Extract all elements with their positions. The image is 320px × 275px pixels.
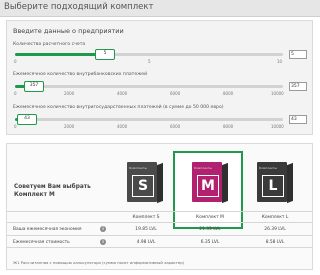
interbank-payments-value-field[interactable]: 43: [289, 115, 307, 124]
interbank-payments-input-group: Ежемесячное количество внутригосударстве…: [13, 105, 309, 131]
product-s-letter: S: [132, 175, 154, 197]
saving-m: 21.35 LVL: [199, 227, 221, 232]
saving-l: 26.39 LVL: [264, 227, 286, 232]
input-section-heading: Введите данные о предприятии: [13, 27, 124, 35]
column-header-m: Комплект M: [196, 215, 224, 220]
accounts-slider-fill: [15, 53, 103, 56]
domestic-tick-3: 6000: [170, 91, 181, 96]
product-l-box-side: [287, 162, 293, 204]
row-monthly-label: Ежемесячная стоимость: [13, 240, 70, 245]
monthly-m: 6.35 LVL: [200, 240, 220, 245]
accounts-input-group: Количество расчетного счета 5 0 5 10 5: [13, 42, 309, 64]
monthly-s: 4.98 LVL: [136, 240, 156, 245]
page-title: Выберите подходящий комплект: [4, 2, 154, 12]
domestic-payments-input-group: Ежемесячное количество внутрибанковских …: [13, 72, 309, 98]
interbank-tick-1: 2000: [64, 124, 75, 129]
column-header-s: Комплект S: [132, 215, 160, 220]
accounts-tick-min: 0: [14, 59, 17, 64]
accounts-slider[interactable]: 5: [15, 49, 283, 60]
product-l-brand: Комплекты: [259, 166, 277, 170]
accounts-slider-handle[interactable]: 5: [95, 49, 115, 60]
table-header-row: Комплект S Комплект M Комплект L: [7, 211, 312, 222]
results-panel: Советуем Вам выбрать Комплект M Комплект…: [6, 143, 313, 270]
header-bar: Выберите подходящий комплект: [0, 0, 320, 17]
domestic-payments-value-field[interactable]: 357: [289, 82, 307, 91]
row-saving-label: Ваша ежемесячная экономия: [13, 227, 82, 232]
interbank-payments-label: Ежемесячное количество внутригосударстве…: [13, 105, 224, 110]
product-s-box-front: Комплекты S: [127, 162, 157, 202]
interbank-tick-0: 0: [14, 124, 17, 129]
product-m-brand: Комплекты: [194, 166, 212, 170]
product-m-letter: M: [197, 175, 219, 197]
product-box-s[interactable]: Комплекты S: [127, 158, 165, 204]
product-s-brand: Комплекты: [129, 166, 147, 170]
product-l-letter: L: [262, 175, 284, 197]
product-m-box-side: [222, 162, 228, 204]
domestic-payments-slider-handle[interactable]: 357: [24, 81, 44, 92]
interbank-tick-5: 10000: [271, 124, 284, 129]
table-row-monthly: Ежемесячная стоимость i 4.98 LVL 6.35 LV…: [7, 235, 312, 248]
info-icon[interactable]: i: [100, 239, 106, 245]
interbank-payments-slider[interactable]: 43: [15, 114, 283, 125]
accounts-tick-mid: 5: [148, 59, 151, 64]
domestic-tick-1: 2000: [64, 91, 75, 96]
product-s-box-side: [157, 162, 163, 204]
domestic-payments-slider[interactable]: 357: [15, 81, 283, 92]
domestic-tick-0: 0: [14, 91, 17, 96]
product-box-l[interactable]: Комплекты L: [257, 158, 295, 204]
interbank-tick-2: 4000: [117, 124, 128, 129]
accounts-value-field[interactable]: 5: [289, 50, 307, 59]
accounts-tick-max: 10: [277, 59, 283, 64]
column-header-l: Комплект L: [261, 215, 289, 220]
table-row-saving: Ваша ежемесячная экономия i 19.85 LVL 21…: [7, 222, 312, 235]
product-l-box-front: Комплекты L: [257, 162, 287, 202]
product-box-m[interactable]: Комплекты M: [192, 158, 230, 204]
interbank-payments-slider-handle[interactable]: 43: [17, 114, 37, 125]
domestic-payments-label: Ежемесячное количество внутрибанковских …: [13, 72, 148, 77]
interbank-tick-3: 6000: [170, 124, 181, 129]
interbank-tick-4: 8000: [223, 124, 234, 129]
saving-s: 19.85 LVL: [135, 227, 157, 232]
input-panel: Введите данные о предприятии Количество …: [6, 20, 313, 135]
domestic-tick-2: 4000: [117, 91, 128, 96]
info-icon[interactable]: i: [100, 226, 106, 232]
accounts-label: Количество расчетного счета: [13, 42, 86, 47]
footnote: Ж1 Рассчитанная с помощью калькулятора (…: [13, 260, 185, 265]
monthly-l: 8.58 LVL: [265, 240, 285, 245]
product-m-box-front: Комплекты M: [192, 162, 222, 202]
recommendation-text: Советуем Вам выбрать Комплект M: [14, 184, 91, 198]
domestic-tick-5: 10000: [271, 91, 284, 96]
domestic-tick-4: 8000: [223, 91, 234, 96]
